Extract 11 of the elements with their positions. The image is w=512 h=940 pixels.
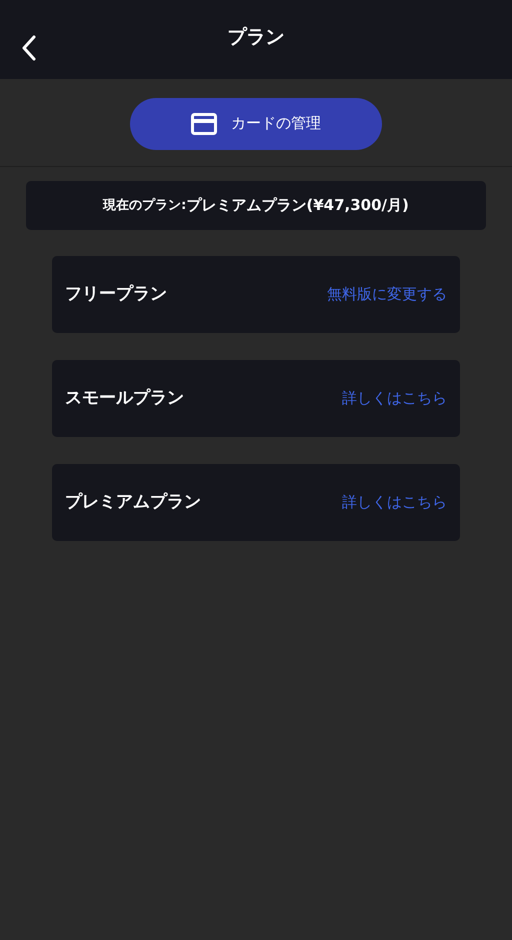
current-plan-label: 現在のプラン: — [103, 196, 186, 215]
screen-title: プラン — [228, 25, 284, 50]
plan-name: スモールプラン — [65, 386, 184, 410]
plan-name: フリープラン — [65, 282, 167, 306]
current-plan-value: プレミアムプラン(¥47,300/月) — [186, 195, 409, 216]
plan-name: プレミアムプラン — [65, 490, 201, 514]
plan-link[interactable]: 無料版に変更する — [327, 283, 447, 306]
manage-card-button[interactable]: カードの管理 — [130, 98, 382, 150]
credit-card-icon — [191, 112, 217, 134]
plan-link[interactable]: 詳しくはこちら — [342, 491, 447, 514]
plan-link[interactable]: 詳しくはこちら — [342, 387, 447, 410]
